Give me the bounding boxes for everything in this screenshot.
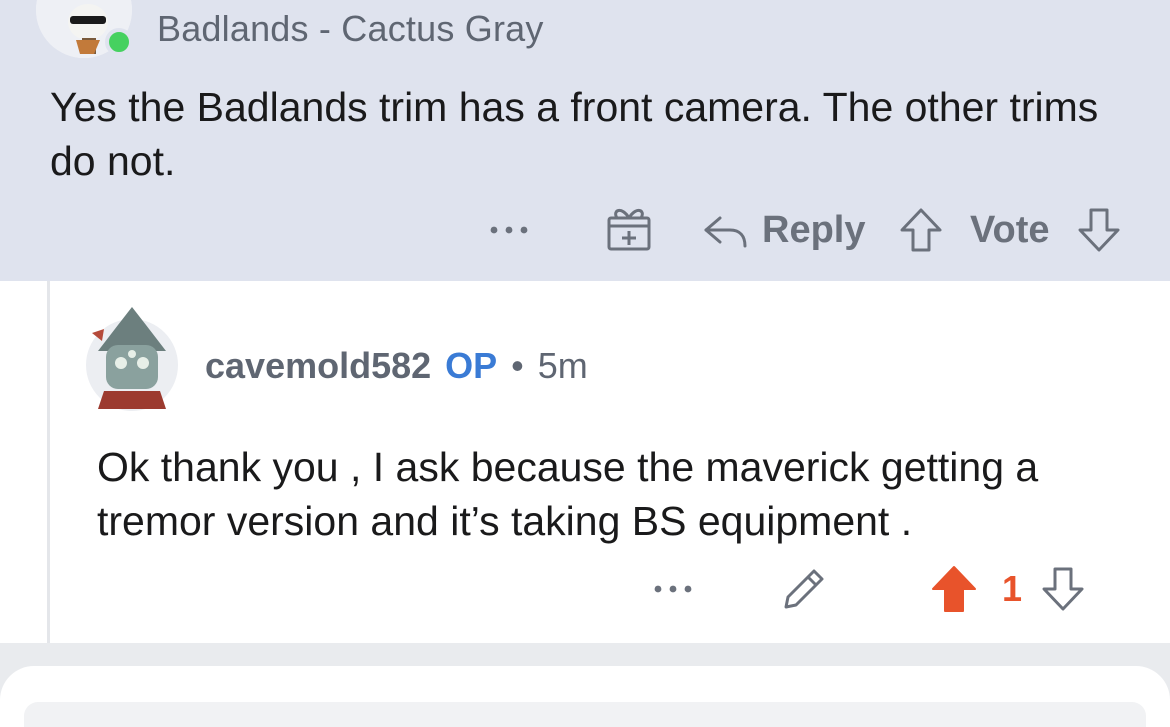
avatar[interactable] <box>84 305 180 413</box>
downvote-outline-icon[interactable] <box>1076 206 1122 254</box>
comment-meta: cavemold582 OP • 5m <box>205 345 588 387</box>
more-icon <box>654 585 692 593</box>
comment-action-bar: Reply Vote <box>0 196 1170 266</box>
reply-label: Reply <box>762 208 866 251</box>
highlighted-comment: Badlands - Cactus Gray Yes the Badlands … <box>0 0 1170 281</box>
more-icon <box>490 226 528 234</box>
upvote-outline-icon[interactable] <box>898 206 944 254</box>
comment-body: Ok thank you , I ask because the maveric… <box>97 444 1039 544</box>
reply-arrow-icon <box>704 216 747 248</box>
meta-separator: • <box>511 345 524 386</box>
comment-thread-view: Badlands - Cactus Gray Yes the Badlands … <box>0 0 1170 727</box>
op-badge: OP <box>445 345 498 386</box>
vote-control: Vote <box>898 202 1122 258</box>
comment-body: Yes the Badlands trim has a front camera… <box>50 84 1099 184</box>
vote-control: 1 <box>930 563 1086 615</box>
user-flair: Badlands - Cactus Gray <box>157 8 544 49</box>
edit-pencil-icon <box>784 569 824 609</box>
comment-action-bar: 1 <box>0 555 1170 625</box>
vote-count: 1 <box>1002 568 1023 609</box>
vote-label: Vote <box>970 208 1050 251</box>
edit-button[interactable] <box>780 565 828 613</box>
more-button[interactable] <box>488 210 530 250</box>
comment-timestamp: 5m <box>537 345 588 386</box>
reply-input[interactable] <box>24 702 1146 727</box>
award-button[interactable] <box>606 204 652 252</box>
username[interactable]: cavemold582 <box>205 345 431 387</box>
online-status-dot <box>105 28 133 56</box>
reply-button[interactable]: Reply <box>702 202 865 258</box>
avatar-snoo-icon <box>86 307 178 411</box>
more-button[interactable] <box>652 569 694 609</box>
award-gift-icon <box>607 209 651 251</box>
upvote-filled-icon[interactable] <box>930 564 978 614</box>
downvote-outline-icon[interactable] <box>1040 565 1086 613</box>
